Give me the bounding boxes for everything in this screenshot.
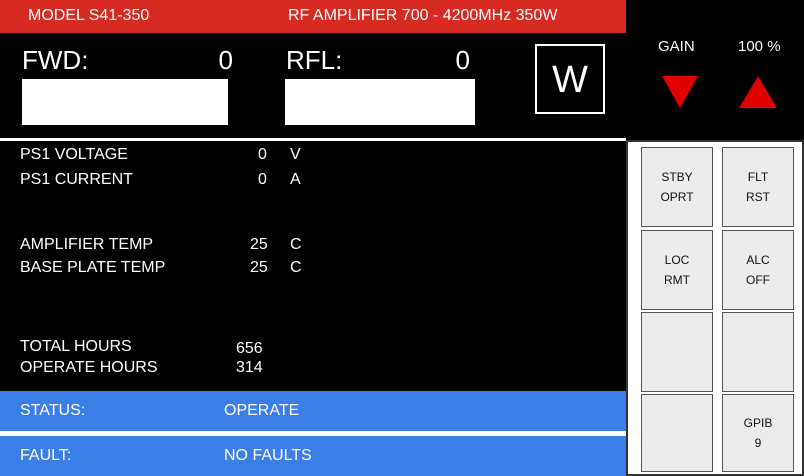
- alc-off-line1: ALC: [746, 253, 770, 267]
- standby-operate-line1: STBY: [661, 170, 693, 184]
- alc-off-button[interactable]: ALC OFF: [722, 230, 794, 310]
- ps1-current-label: PS1 CURRENT: [20, 171, 133, 188]
- status-bar: STATUS: OPERATE: [0, 391, 626, 431]
- model-label: MODEL S41-350: [28, 7, 150, 24]
- ps1-voltage-value: 0: [258, 146, 267, 163]
- header-bar: MODEL S41-350 RF AMPLIFIER 700 - 4200MHz…: [0, 0, 626, 33]
- fwd-label: FWD:: [22, 45, 89, 75]
- amplifier-temp-value: 25: [250, 236, 268, 253]
- blank-button-3[interactable]: [641, 394, 713, 472]
- gain-panel: GAIN 100 %: [626, 0, 804, 140]
- total-hours-value: 656: [236, 340, 263, 357]
- base-plate-temp-unit: C: [290, 259, 302, 276]
- rfl-value: 0: [455, 45, 470, 75]
- amplifier-temp-label: AMPLIFIER TEMP: [20, 236, 154, 253]
- base-plate-temp-value: 25: [250, 259, 268, 276]
- ps1-current-unit: A: [290, 171, 301, 188]
- gpib-button[interactable]: GPIB 9: [722, 394, 794, 472]
- ps1-voltage-unit: V: [290, 146, 301, 163]
- power-panel: FWD: 0 RFL: 0 W: [0, 33, 626, 140]
- standby-operate-line2: OPRT: [660, 190, 694, 204]
- fault-value: NO FAULTS: [224, 447, 312, 464]
- local-remote-line1: LOC: [664, 253, 690, 267]
- fwd-value: 0: [218, 45, 233, 75]
- blank-button-1[interactable]: [641, 312, 713, 392]
- amplifier-description: RF AMPLIFIER 700 - 4200MHz 350W: [288, 7, 558, 24]
- rfl-label: RFL:: [286, 45, 343, 75]
- local-remote-line2: RMT: [664, 273, 690, 287]
- fault-label: FAULT:: [20, 447, 72, 464]
- local-remote-button[interactable]: LOC RMT: [641, 230, 713, 310]
- control-button-grid: STBY OPRT FLT RST LOC RMT ALC OFF GPIB 9: [626, 140, 804, 476]
- amplifier-temp-unit: C: [290, 236, 302, 253]
- gain-label: GAIN: [658, 38, 695, 55]
- gpib-line1: GPIB: [743, 416, 773, 430]
- readings-panel: PS1 VOLTAGE 0 V PS1 CURRENT 0 A AMPLIFIE…: [0, 141, 626, 391]
- ps1-current-value: 0: [258, 171, 267, 188]
- fault-reset-line1: FLT: [747, 170, 769, 184]
- alc-off-line2: OFF: [746, 273, 770, 287]
- gpib-line2: 9: [754, 436, 762, 450]
- base-plate-temp-label: BASE PLATE TEMP: [20, 259, 166, 276]
- total-hours-label: TOTAL HOURS: [20, 338, 132, 355]
- fwd-power-bar: [22, 79, 228, 125]
- operate-hours-label: OPERATE HOURS: [20, 359, 158, 376]
- status-label: STATUS:: [20, 402, 86, 419]
- gain-up-arrow-icon[interactable]: [739, 76, 777, 108]
- blank-button-2[interactable]: [722, 312, 794, 392]
- power-unit-button[interactable]: W: [535, 44, 605, 114]
- ps1-voltage-label: PS1 VOLTAGE: [20, 146, 128, 163]
- fault-reset-button[interactable]: FLT RST: [722, 147, 794, 227]
- fault-bar: FAULT: NO FAULTS: [0, 436, 626, 476]
- rfl-power-bar: [285, 79, 475, 125]
- standby-operate-button[interactable]: STBY OPRT: [641, 147, 713, 227]
- fault-reset-line2: RST: [746, 190, 770, 204]
- gain-down-arrow-icon[interactable]: [662, 76, 698, 108]
- gain-value: 100 %: [738, 38, 781, 55]
- status-value: OPERATE: [224, 402, 300, 419]
- operate-hours-value: 314: [236, 359, 263, 376]
